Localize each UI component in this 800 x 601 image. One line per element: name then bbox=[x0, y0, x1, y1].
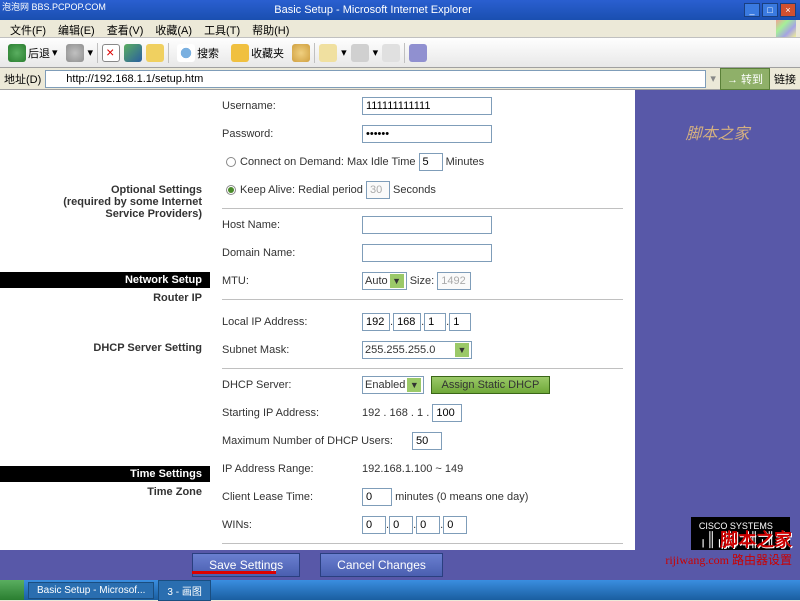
keep-alive-radio[interactable] bbox=[226, 185, 236, 195]
titlebar: Basic Setup - Microsoft Internet Explore… bbox=[0, 0, 800, 20]
hostname-input[interactable] bbox=[362, 216, 492, 234]
bbs-watermark: 泡泡网 BBS.PCPOP.COM bbox=[2, 0, 106, 13]
minimize-button[interactable]: _ bbox=[744, 3, 760, 17]
subnet-select[interactable]: 255.255.255.0▼ bbox=[362, 341, 472, 359]
stop-button[interactable]: × bbox=[102, 44, 120, 62]
right-column: 脚本之家 CISCO SYSTEMS╷║╷║╷ ╷║╷║╷ bbox=[635, 90, 800, 580]
mtu-size-input bbox=[437, 272, 471, 290]
starting-ip-input[interactable] bbox=[432, 404, 462, 422]
ip-octet-1[interactable] bbox=[362, 313, 390, 331]
favorites-button[interactable]: 收藏夹 bbox=[227, 42, 288, 64]
back-button[interactable]: 后退 ▾ bbox=[4, 42, 62, 64]
toolbar: 后退 ▾ ▾ × 搜索 收藏夹 ▾ ▾ bbox=[0, 38, 800, 68]
search-button[interactable]: 搜索 bbox=[173, 42, 223, 64]
bottom-watermark: 脚本之家 bbox=[720, 526, 792, 552]
close-button[interactable]: × bbox=[780, 3, 796, 17]
wins-4[interactable] bbox=[443, 516, 467, 534]
domainname-input[interactable] bbox=[362, 244, 492, 262]
menu-favorites[interactable]: 收藏(A) bbox=[149, 20, 198, 37]
edit-button[interactable] bbox=[382, 44, 400, 62]
hostname-label: Host Name: bbox=[222, 219, 362, 231]
optional-settings-label: Optional Settings (required by some Inte… bbox=[0, 180, 210, 224]
address-label: 地址(D) bbox=[4, 71, 41, 87]
maximize-button[interactable]: □ bbox=[762, 3, 778, 17]
network-setup-header: Network Setup bbox=[0, 272, 210, 288]
start-button[interactable] bbox=[0, 580, 24, 600]
menu-file[interactable]: 文件(F) bbox=[4, 20, 52, 37]
menu-view[interactable]: 查看(V) bbox=[101, 20, 150, 37]
ip-octet-3[interactable] bbox=[424, 313, 446, 331]
max-dhcp-users-label: Maximum Number of DHCP Users: bbox=[222, 435, 412, 447]
wins-3[interactable] bbox=[416, 516, 440, 534]
print-button[interactable] bbox=[351, 44, 369, 62]
search-icon bbox=[177, 44, 195, 62]
main-form: Username: Password: Connect on Demand: M… bbox=[210, 90, 635, 580]
bottom-watermark-sub: rijiwang.com 路由器设置 bbox=[665, 551, 792, 568]
cancel-changes-button[interactable]: Cancel Changes bbox=[320, 553, 443, 577]
refresh-button[interactable] bbox=[124, 44, 142, 62]
ip-octet-2[interactable] bbox=[393, 313, 421, 331]
assign-static-dhcp-button[interactable]: Assign Static DHCP bbox=[431, 376, 551, 394]
window-title: Basic Setup - Microsoft Internet Explore… bbox=[4, 4, 742, 16]
time-zone-label: Time Zone bbox=[0, 482, 210, 502]
domainname-label: Domain Name: bbox=[222, 247, 362, 259]
left-column: Optional Settings (required by some Inte… bbox=[0, 90, 210, 580]
forward-button[interactable] bbox=[66, 44, 84, 62]
star-icon bbox=[231, 44, 249, 62]
ip-range-label: IP Address Range: bbox=[222, 463, 362, 475]
ip-range-value: 192.168.1.100 ~ 149 bbox=[362, 463, 463, 475]
wins-1[interactable] bbox=[362, 516, 386, 534]
cod-label: Connect on Demand: Max Idle Time bbox=[240, 156, 415, 168]
home-button[interactable] bbox=[146, 44, 164, 62]
addressbar: 地址(D) ▾ → 转到 链接 bbox=[0, 68, 800, 90]
back-icon bbox=[8, 44, 26, 62]
wins-2[interactable] bbox=[389, 516, 413, 534]
dhcp-setting-label: DHCP Server Setting bbox=[0, 338, 210, 358]
mail-button[interactable] bbox=[319, 44, 337, 62]
go-button[interactable]: → 转到 bbox=[720, 68, 770, 90]
mtu-label: MTU: bbox=[222, 275, 362, 287]
taskbar-item-paint[interactable]: 3 - 画图 bbox=[158, 580, 210, 601]
taskbar: Basic Setup - Microsof... 3 - 画图 bbox=[0, 580, 800, 600]
username-input[interactable] bbox=[362, 97, 492, 115]
menu-help[interactable]: 帮助(H) bbox=[246, 20, 295, 37]
menubar: 文件(F) 编辑(E) 查看(V) 收藏(A) 工具(T) 帮助(H) bbox=[0, 20, 800, 38]
windows-logo-icon bbox=[776, 20, 796, 37]
password-input[interactable] bbox=[362, 125, 492, 143]
ip-octet-4[interactable] bbox=[449, 313, 471, 331]
lease-time-label: Client Lease Time: bbox=[222, 491, 362, 503]
mtu-select[interactable]: Auto▼ bbox=[362, 272, 407, 290]
time-settings-header: Time Settings bbox=[0, 466, 210, 482]
links-label[interactable]: 链接 bbox=[774, 71, 796, 87]
red-underline bbox=[192, 571, 276, 574]
connect-on-demand-radio[interactable] bbox=[226, 157, 236, 167]
subnet-label: Subnet Mask: bbox=[222, 344, 362, 356]
ka-label: Keep Alive: Redial period bbox=[240, 184, 363, 196]
menu-edit[interactable]: 编辑(E) bbox=[52, 20, 101, 37]
lease-time-input[interactable] bbox=[362, 488, 392, 506]
username-label: Username: bbox=[222, 100, 362, 112]
right-watermark: 脚本之家 bbox=[635, 90, 800, 144]
max-dhcp-users-input[interactable] bbox=[412, 432, 442, 450]
password-label: Password: bbox=[222, 128, 362, 140]
wins-label: WINs: bbox=[222, 519, 362, 531]
starting-ip-label: Starting IP Address: bbox=[222, 407, 362, 419]
cod-input[interactable] bbox=[419, 153, 443, 171]
taskbar-item-ie[interactable]: Basic Setup - Microsof... bbox=[28, 582, 154, 599]
messenger-button[interactable] bbox=[409, 44, 427, 62]
footer-bar: Save Settings Cancel Changes bbox=[0, 550, 635, 580]
menu-tools[interactable]: 工具(T) bbox=[198, 20, 246, 37]
address-input[interactable] bbox=[45, 70, 706, 88]
dhcp-server-label: DHCP Server: bbox=[222, 379, 362, 391]
local-ip-label: Local IP Address: bbox=[222, 316, 362, 328]
dhcp-enabled-select[interactable]: Enabled▼ bbox=[362, 376, 424, 394]
router-ip-label: Router IP bbox=[0, 288, 210, 308]
page-content: Optional Settings (required by some Inte… bbox=[0, 90, 800, 580]
ka-input bbox=[366, 181, 390, 199]
history-button[interactable] bbox=[292, 44, 310, 62]
